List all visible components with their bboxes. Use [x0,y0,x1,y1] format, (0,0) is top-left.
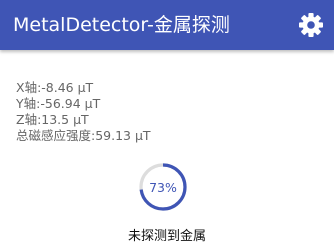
z-axis-value: 13.5 μT [41,112,89,127]
app-title: MetalDetector-金属探测 [13,14,230,36]
y-axis-label: Y轴: [16,96,41,111]
app-bar: MetalDetector-金属探测 [0,0,334,50]
z-axis-label: Z轴: [16,112,42,127]
settings-button[interactable] [294,8,328,42]
total-field-value: 59.13 μT [95,128,151,143]
y-axis-reading: Y轴:-56.94 μT [16,96,151,112]
y-axis-value: -56.94 μT [40,96,101,111]
x-axis-label: X轴: [16,80,42,95]
x-axis-reading: X轴:-8.46 μT [16,80,151,96]
magnetic-readings: X轴:-8.46 μT Y轴:-56.94 μT Z轴:13.5 μT 总磁感应… [16,80,151,144]
gear-icon [299,13,323,37]
progress-label: 73% [149,179,177,195]
x-axis-value: -8.46 μT [41,80,94,95]
detection-status: 未探测到金属 [127,229,206,244]
z-axis-reading: Z轴:13.5 μT [16,112,151,128]
total-field-reading: 总磁感应强度:59.13 μT [16,128,151,144]
total-field-label: 总磁感应强度: [16,128,96,143]
progress-gauge: 73% [138,162,188,212]
